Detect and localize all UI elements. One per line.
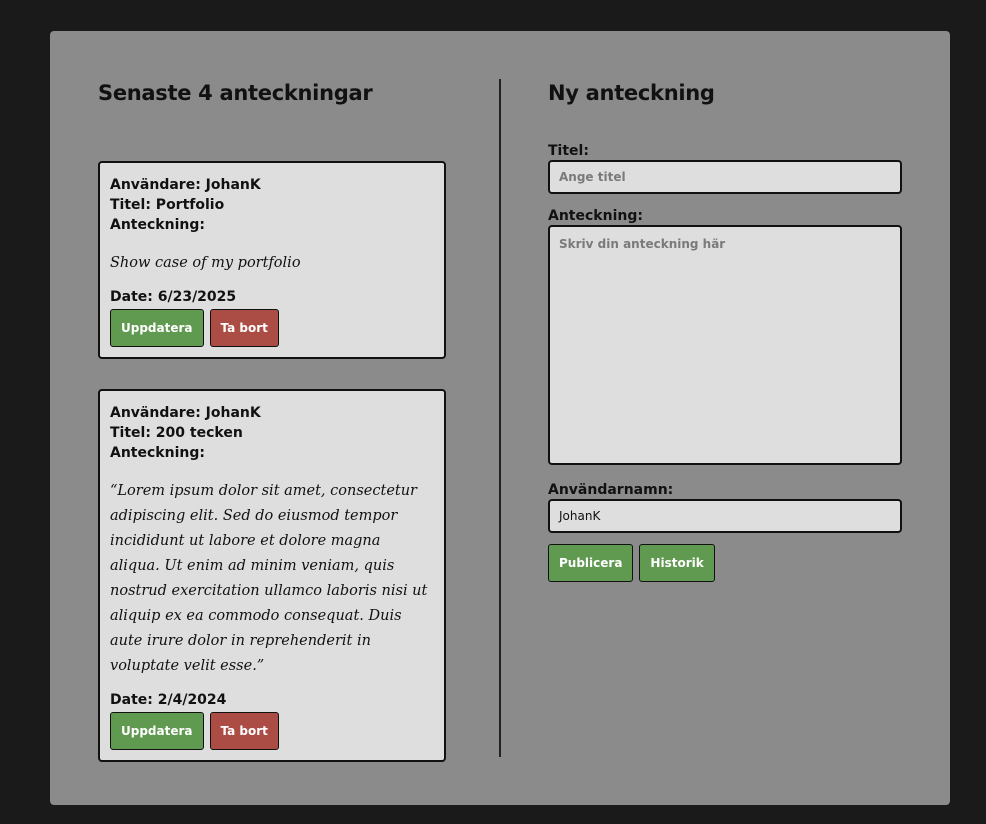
update-button[interactable]: Uppdatera — [110, 309, 204, 347]
publish-button[interactable]: Publicera — [548, 544, 634, 582]
note-title: Titel: Portfolio — [110, 197, 225, 213]
note-card: Användare: JohanK Titel: Portfolio Antec… — [98, 161, 446, 359]
main-panel: Senaste 4 anteckningar Användare: JohanK… — [50, 31, 950, 805]
note-user: Användare: JohanK — [110, 177, 261, 193]
note-actions: Uppdatera Ta bort — [110, 712, 434, 750]
column-divider — [499, 79, 501, 757]
new-note-form: Ny anteckning Titel: Ange titel Anteckni… — [548, 81, 902, 582]
note-body: Show case of my portfolio — [110, 255, 301, 271]
update-button[interactable]: Uppdatera — [110, 712, 204, 750]
new-note-heading: Ny anteckning — [548, 81, 715, 105]
note-actions: Uppdatera Ta bort — [110, 309, 434, 347]
note-body: “Lorem ipsum dolor sit amet, consectetur… — [110, 483, 428, 674]
title-input[interactable]: Ange titel — [548, 160, 902, 194]
note-date: Date: 2/4/2024 — [110, 692, 227, 708]
username-field-label: Användarnamn: — [548, 482, 674, 498]
form-actions: Publicera Historik — [548, 544, 715, 582]
note-user: Användare: JohanK — [110, 405, 261, 421]
note-field-label: Anteckning: — [548, 208, 643, 224]
history-button[interactable]: Historik — [639, 544, 715, 582]
notes-heading: Senaste 4 anteckningar — [98, 81, 373, 105]
note-label: Anteckning: — [110, 217, 205, 233]
username-input[interactable]: JohanK — [548, 499, 902, 533]
delete-button[interactable]: Ta bort — [209, 712, 279, 750]
title-field-label: Titel: — [548, 143, 589, 159]
delete-button[interactable]: Ta bort — [209, 309, 279, 347]
notes-column: Senaste 4 anteckningar Användare: JohanK… — [98, 81, 450, 762]
note-textarea[interactable]: Skriv din anteckning här — [548, 225, 902, 465]
note-card: Användare: JohanK Titel: 200 tecken Ante… — [98, 389, 446, 762]
note-label: Anteckning: — [110, 445, 205, 461]
note-title: Titel: 200 tecken — [110, 425, 243, 441]
note-date: Date: 6/23/2025 — [110, 289, 237, 305]
